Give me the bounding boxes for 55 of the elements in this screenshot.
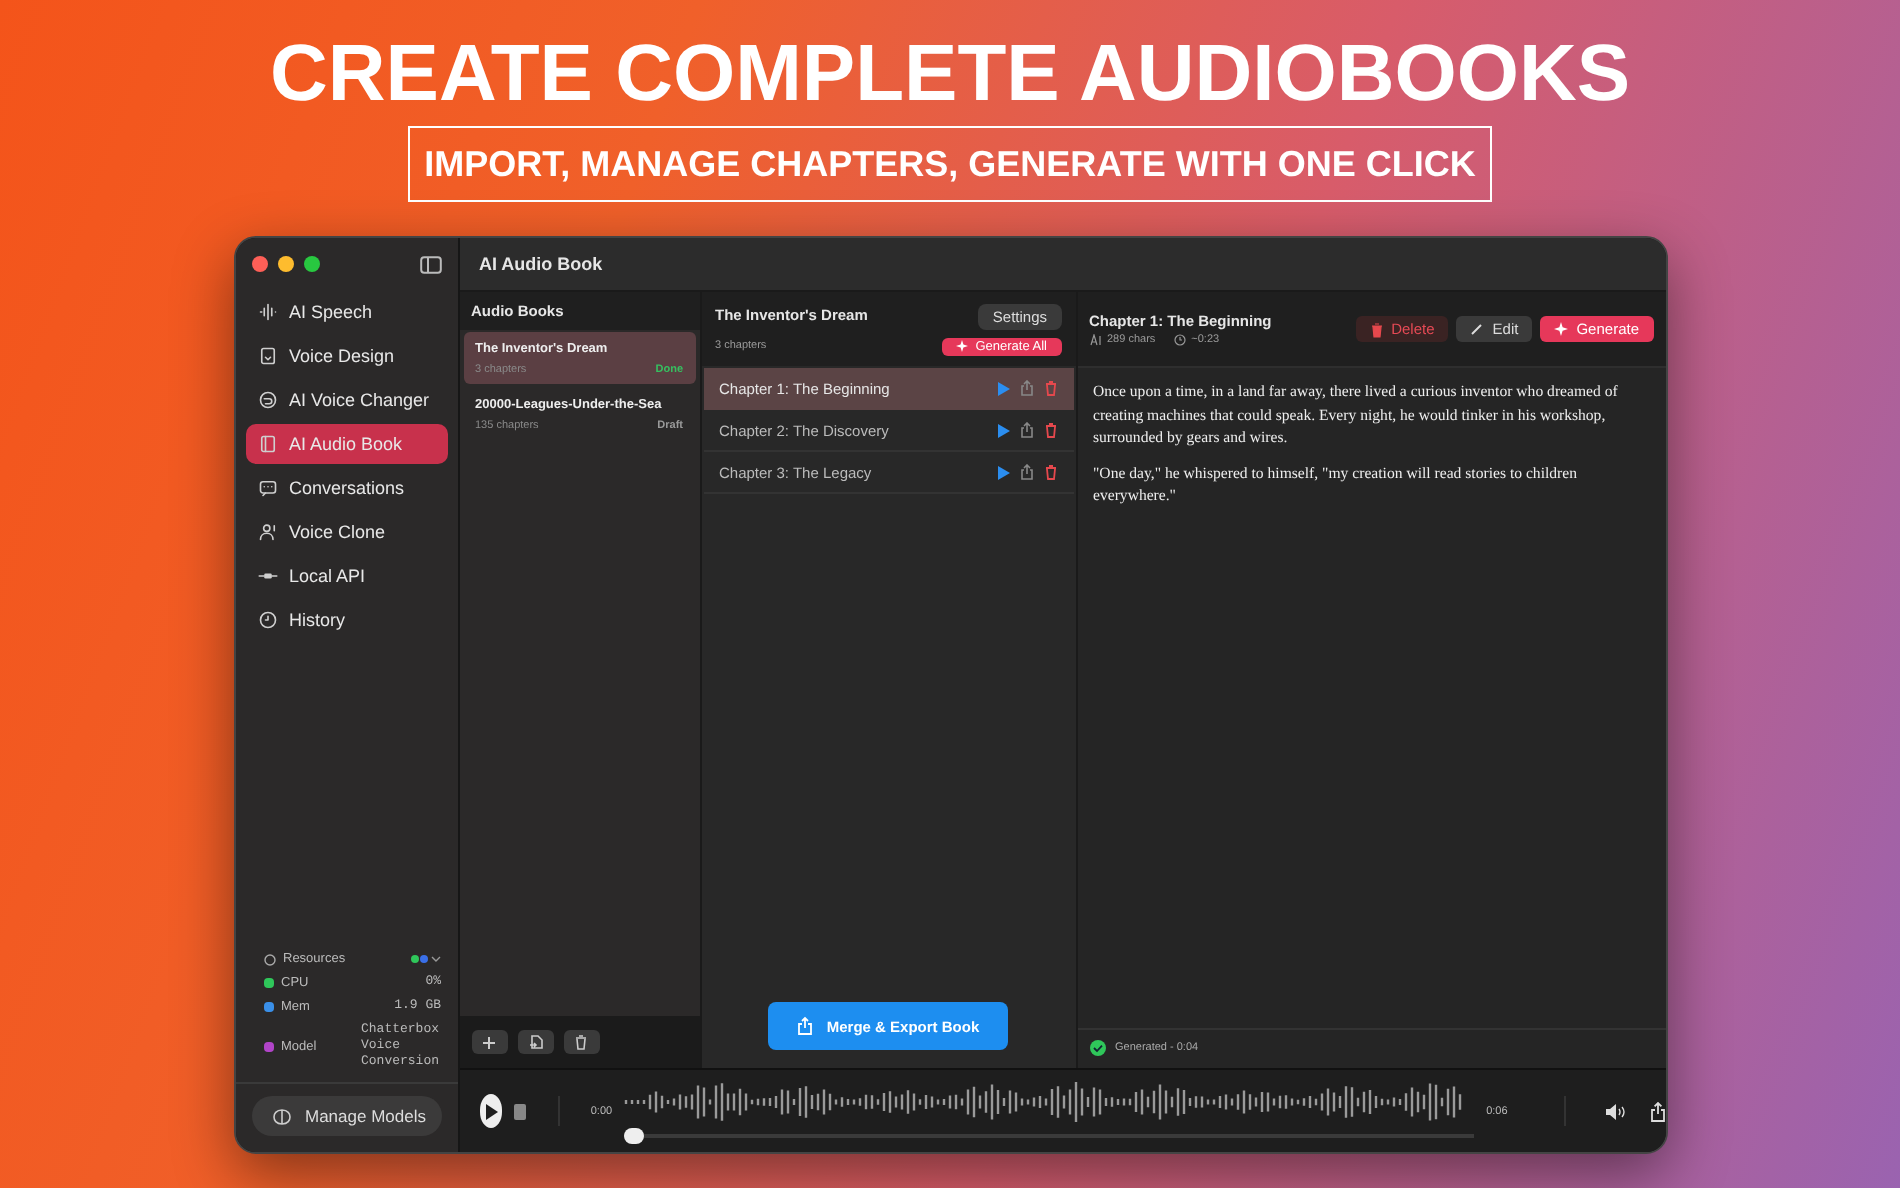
share-icon [1649,1101,1665,1121]
document-icon [257,346,277,366]
sidebar-item[interactable]: AI Voice Changer [245,380,447,420]
share-icon [1019,464,1033,480]
status-indicator-icon [409,954,441,964]
play-icon [997,381,1009,395]
stop-button[interactable] [514,1103,526,1119]
import-icon [527,1034,543,1050]
close-button[interactable] [251,256,267,272]
sidebar-item[interactable]: Conversations [245,468,447,508]
clock-icon [257,610,277,630]
manage-models-button[interactable]: Manage Models [251,1096,441,1136]
share-icon [1019,422,1033,438]
volume-button[interactable] [1605,1103,1625,1119]
sidebar-item[interactable]: History [245,600,447,640]
play-icon [483,1103,498,1119]
minimize-button[interactable] [277,256,293,272]
progress-slider[interactable] [624,1128,1475,1144]
trash-icon [1043,422,1057,438]
info-icon [263,953,275,965]
sidebar-item[interactable]: Local API [245,556,447,596]
play-icon [997,465,1009,479]
check-icon [1089,1040,1105,1056]
speaker-icon [1605,1103,1625,1119]
trash-icon [1043,380,1057,396]
play-icon [997,423,1009,437]
plus-icon [482,1035,496,1049]
import-button[interactable] [517,1030,553,1054]
export-icon [796,1016,815,1036]
waveform-icon [257,302,277,322]
window-title: AI Audio Book [479,254,603,274]
sidebar-toggle-icon[interactable] [419,255,441,273]
slider-thumb[interactable] [624,1128,645,1144]
sidebar-item[interactable]: AI Speech [245,292,447,332]
clock-icon [1173,334,1186,346]
delete-button[interactable] [563,1030,599,1054]
sidebar-item[interactable]: Voice Design [245,336,447,376]
zoom-button[interactable] [303,256,319,272]
chat-icon [257,478,277,498]
trash-icon [574,1034,588,1050]
book-icon [257,434,277,454]
text-size-icon [1089,334,1101,346]
trash-icon [1369,321,1384,337]
subheadline: IMPORT, MANAGE CHAPTERS, GENERATE WITH ONE CLICK [408,126,1492,202]
share-icon [1019,380,1033,396]
sidebar-item[interactable]: Voice Clone [245,512,447,552]
sparkle-icon [955,340,968,352]
pencil-icon [1470,322,1485,336]
trash-icon [1043,464,1057,480]
sidebar-item[interactable]: AI Audio Book [245,424,447,464]
sparkle-icon [1554,322,1569,336]
add-button[interactable] [471,1030,507,1054]
play-button[interactable] [479,1094,503,1128]
headline: CREATE COMPLETE AUDIOBOOKS [269,28,1631,120]
person-icon [257,522,277,542]
